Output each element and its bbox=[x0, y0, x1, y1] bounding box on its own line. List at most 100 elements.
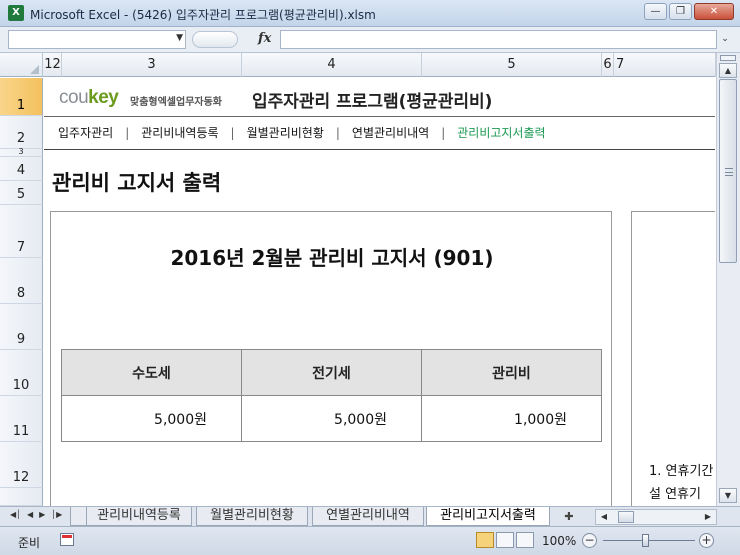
scroll-right-icon[interactable]: ▶ bbox=[702, 510, 714, 524]
nav-link-yearly-history[interactable]: 연별관리비내역 bbox=[352, 124, 429, 141]
water-fee-value[interactable]: 5,000원 bbox=[61, 395, 242, 442]
scroll-down-icon[interactable]: ▼ bbox=[719, 488, 737, 503]
normal-view-button[interactable] bbox=[476, 532, 494, 548]
column-header[interactable]: 4 bbox=[242, 53, 422, 77]
header-water-fee: 수도세 bbox=[61, 349, 242, 396]
scroll-left-icon[interactable]: ◀ bbox=[598, 510, 610, 524]
close-icon: ✕ bbox=[709, 6, 719, 17]
restore-icon: ❐ bbox=[676, 6, 685, 17]
title-bar: X Microsoft Excel - (5426) 입주자관리 프로그램(평균… bbox=[0, 0, 740, 27]
sheet-tabs-bar: ◀│ ◀ ▶ │▶ 관리비내역등록 월별관리비현황 연별관리비내역 관리비고지서… bbox=[0, 506, 740, 526]
formula-bar: ▼ fx ⌄ bbox=[0, 27, 740, 53]
brand-tagline: 맞춤형엑셀업무자동화 bbox=[130, 97, 222, 108]
row-header[interactable] bbox=[0, 488, 43, 506]
next-sheet-icon[interactable]: ▶ bbox=[39, 510, 45, 519]
new-sheet-icon[interactable]: ✚ bbox=[561, 510, 577, 524]
sheet-tab[interactable]: 연별관리비내역 bbox=[312, 507, 424, 526]
nav-link-fee-registration[interactable]: 관리비내역등록 bbox=[141, 124, 218, 141]
nav-separator: | bbox=[230, 125, 235, 140]
page-layout-view-button[interactable] bbox=[496, 532, 514, 548]
nav-separator: | bbox=[441, 125, 446, 140]
management-fee-value[interactable]: 1,000원 bbox=[421, 395, 602, 442]
formula-cancel-enter-buttons[interactable] bbox=[192, 31, 238, 48]
row-header[interactable]: 11 bbox=[0, 396, 43, 442]
name-box[interactable]: ▼ bbox=[8, 30, 186, 49]
split-handle[interactable] bbox=[720, 55, 736, 61]
window-title: Microsoft Excel - (5426) 입주자관리 프로그램(평균관리… bbox=[30, 8, 376, 22]
restore-button[interactable]: ❐ bbox=[669, 3, 692, 20]
status-bar: 준비 100% − + bbox=[0, 526, 740, 555]
row-header[interactable]: 1 bbox=[0, 78, 43, 116]
nav-separator: | bbox=[125, 125, 130, 140]
worksheet[interactable]: coukey 맞춤형엑셀업무자동화 입주자관리 프로그램(평균관리비) 입주자관… bbox=[44, 78, 715, 506]
row-header[interactable]: 9 bbox=[0, 304, 43, 350]
row-header[interactable]: 8 bbox=[0, 258, 43, 304]
column-header[interactable]: 5 bbox=[422, 53, 602, 77]
notice-text: 설 연휴기 bbox=[649, 487, 701, 502]
row-header[interactable]: 10 bbox=[0, 350, 43, 396]
nav-link-resident-management[interactable]: 입주자관리 bbox=[58, 124, 113, 141]
insert-function-button[interactable]: fx bbox=[258, 31, 271, 46]
window-controls: — ❐ ✕ bbox=[644, 3, 734, 20]
last-sheet-icon[interactable]: │▶ bbox=[51, 510, 62, 519]
fee-table: 수도세 전기세 관리비 5,000원 5,000원 1,000원 bbox=[61, 349, 602, 442]
sheet-tab[interactable]: 관리비내역등록 bbox=[86, 507, 192, 526]
row-header[interactable]: 7 bbox=[0, 205, 43, 258]
select-all-button[interactable] bbox=[0, 53, 43, 77]
grip-icon bbox=[725, 168, 733, 176]
first-sheet-icon[interactable]: ◀│ bbox=[10, 510, 21, 519]
header-management-fee: 관리비 bbox=[421, 349, 602, 396]
nav-link-monthly-status[interactable]: 월별관리비현황 bbox=[247, 124, 324, 141]
column-header[interactable]: 12 bbox=[44, 53, 62, 77]
vertical-scrollbar[interactable]: ▲ ▼ bbox=[716, 53, 740, 506]
divider bbox=[44, 149, 715, 150]
column-header[interactable]: 3 bbox=[62, 53, 242, 77]
expand-formula-bar-icon[interactable]: ⌄ bbox=[718, 30, 732, 49]
program-title: 입주자관리 프로그램(평균관리비) bbox=[252, 92, 493, 112]
formula-input[interactable] bbox=[280, 30, 717, 49]
header-electricity-fee: 전기세 bbox=[241, 349, 422, 396]
scroll-thumb[interactable] bbox=[719, 79, 737, 263]
notice-text: 1. 연휴기간 bbox=[649, 464, 714, 479]
scroll-up-icon[interactable]: ▲ bbox=[719, 63, 737, 78]
zoom-in-icon[interactable]: + bbox=[699, 533, 714, 548]
tab-scroll-buttons: ◀│ ◀ ▶ │▶ bbox=[10, 510, 62, 519]
minimize-icon: — bbox=[650, 6, 661, 17]
row-header[interactable]: 3 bbox=[0, 147, 43, 157]
nav-separator: | bbox=[335, 125, 340, 140]
row-header[interactable]: 2 bbox=[0, 116, 43, 149]
minimize-button[interactable]: — bbox=[644, 3, 667, 20]
invoice-panel: 2016년 2월분 관리비 고지서 (901) 수도세 전기세 관리비 5,00… bbox=[50, 211, 612, 506]
macro-recording-icon[interactable] bbox=[60, 533, 74, 546]
row-header[interactable]: 4 bbox=[0, 157, 43, 181]
page-title: 관리비 고지서 출력 bbox=[52, 171, 222, 195]
electricity-fee-value[interactable]: 5,000원 bbox=[241, 395, 422, 442]
sheet-nav: 입주자관리 | 관리비내역등록 | 월별관리비현황 | 연별관리비내역 | 관리… bbox=[58, 124, 546, 141]
invoice-title: 2016년 2월분 관리비 고지서 (901) bbox=[170, 246, 494, 270]
sheet-tab-active[interactable]: 관리비고지서출력 bbox=[426, 507, 550, 526]
excel-icon: X bbox=[8, 5, 24, 21]
close-button[interactable]: ✕ bbox=[694, 3, 734, 20]
row-header[interactable]: 12 bbox=[0, 442, 43, 488]
table-row: 5,000원 5,000원 1,000원 bbox=[61, 395, 602, 442]
zoom-out-icon[interactable]: − bbox=[582, 533, 597, 548]
zoom-level[interactable]: 100% bbox=[542, 534, 576, 548]
sheet-tab[interactable]: 월별관리비현황 bbox=[196, 507, 308, 526]
horizontal-scrollbar[interactable]: ◀ ▶ bbox=[595, 509, 717, 525]
status-text: 준비 bbox=[18, 536, 41, 550]
zoom-slider-thumb[interactable] bbox=[642, 534, 649, 547]
prev-sheet-icon[interactable]: ◀ bbox=[27, 510, 33, 519]
nav-link-invoice-print[interactable]: 관리비고지서출력 bbox=[457, 124, 545, 141]
zoom-slider-track[interactable] bbox=[603, 540, 695, 541]
page-break-view-button[interactable] bbox=[516, 532, 534, 548]
coukey-logo: coukey bbox=[59, 87, 119, 108]
column-header[interactable]: 7 bbox=[614, 53, 716, 77]
column-header[interactable]: 6 bbox=[602, 53, 614, 77]
row-header[interactable]: 5 bbox=[0, 181, 43, 205]
column-headers: 12 3 4 5 6 7 bbox=[0, 53, 740, 77]
chevron-down-icon[interactable]: ▼ bbox=[176, 33, 183, 43]
formula-controls: fx bbox=[188, 30, 278, 49]
table-header-row: 수도세 전기세 관리비 bbox=[61, 349, 602, 396]
scroll-thumb[interactable] bbox=[618, 511, 634, 523]
divider bbox=[44, 116, 715, 117]
